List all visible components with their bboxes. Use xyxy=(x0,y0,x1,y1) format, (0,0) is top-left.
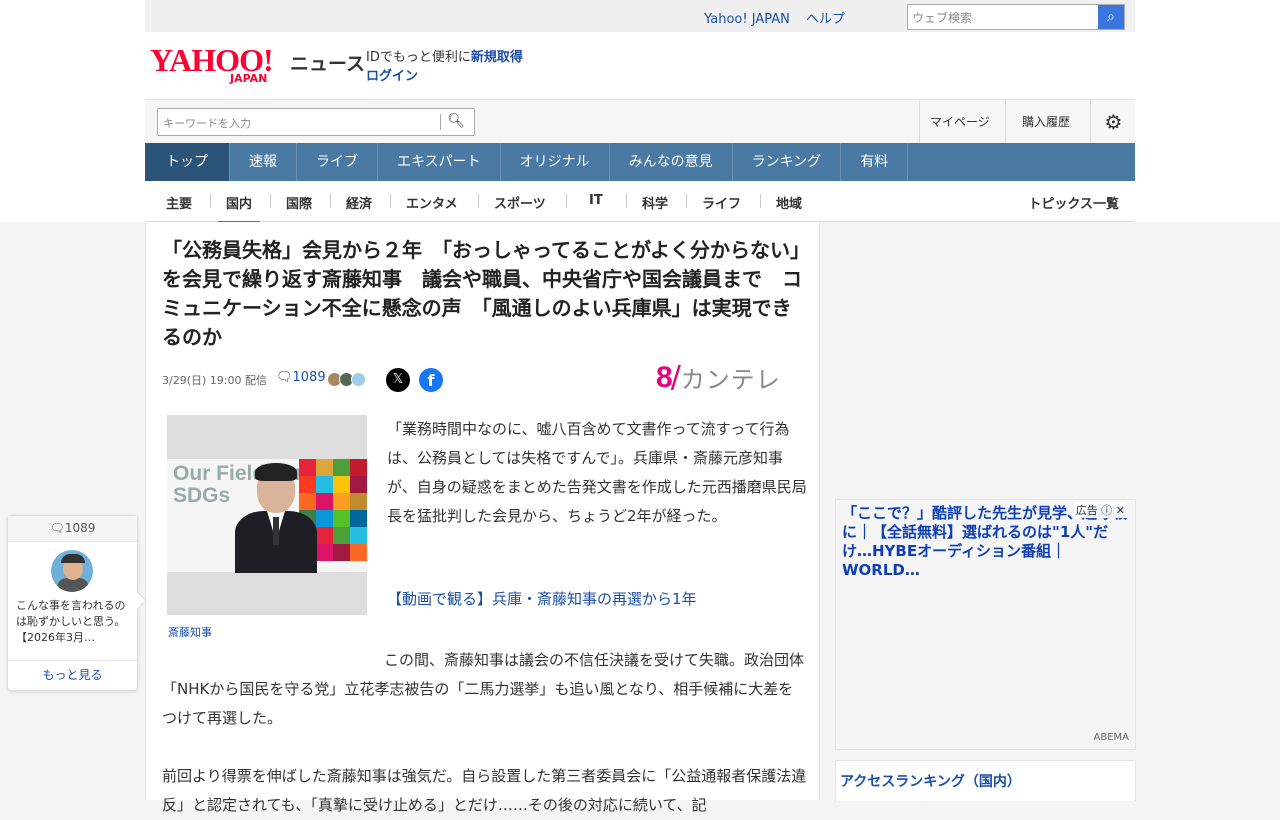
video-link[interactable]: 【動画で観る】兵庫・斎藤知事の再選から1年 xyxy=(387,588,697,609)
comment-icon: 🗨︎ xyxy=(49,521,65,535)
source-logo-text: カンテレ xyxy=(680,366,781,394)
logo-sub: JAPAN xyxy=(230,72,268,85)
article: 「公務員失格」会見から２年 「おっしゃってることがよく分からない」を会見で繰り返… xyxy=(145,222,820,814)
comment-icon: 🗨︎ xyxy=(276,370,293,385)
floating-comment-text[interactable]: こんな事を言われるのは恥ずかしいと思う。【2026年3月… xyxy=(16,598,130,646)
keyword-search-input[interactable]: キーワードを入力 🔍︎ xyxy=(157,108,475,136)
id-promo: IDでもっと便利に新規取得 ログイン xyxy=(366,48,523,86)
article-paragraph-1: 「業務時間中なのに、嘘八百含めて文書作って流すって行為は、公務員としては失格です… xyxy=(387,420,807,525)
sdgs-banner: Our Field Our SDGs xyxy=(167,459,367,573)
cat-life[interactable]: ライフ xyxy=(702,193,741,212)
category-nav: 主要 国内 国際 経済 エンタメ スポーツ IT 科学 ライフ 地域 トピックス… xyxy=(145,181,1135,224)
article-photo[interactable]: Our Field Our SDGs xyxy=(167,415,367,615)
register-link[interactable]: 新規取得 xyxy=(471,50,523,65)
delivery-label: 配信 xyxy=(244,374,267,387)
x-share-icon[interactable]: 𝕏 xyxy=(386,368,410,392)
person-figure xyxy=(233,463,319,573)
divider xyxy=(270,194,271,208)
divider xyxy=(210,194,211,208)
article-paragraph-3: 前回より得票を伸ばした斎藤知事は強気だ。自ら設置した第三者委員会に「公益通報者保… xyxy=(162,767,807,814)
purchase-history-link[interactable]: 購入履歴 xyxy=(1005,100,1086,144)
cat-science[interactable]: 科学 xyxy=(642,193,668,212)
login-link[interactable]: ログイン xyxy=(366,69,418,84)
article-paragraph-2-text: この間、斎藤知事は議会の不信任決議を受けて失職。政治団体「NHKから国民を守る党… xyxy=(162,651,805,727)
avatar xyxy=(351,372,366,387)
cat-international[interactable]: 国際 xyxy=(286,193,312,212)
id-prompt: IDでもっと便利に xyxy=(366,50,471,65)
divider xyxy=(390,194,391,208)
cat-it[interactable]: IT xyxy=(589,193,603,208)
cat-economy[interactable]: 経済 xyxy=(346,193,372,212)
comment-count-link[interactable]: 🗨︎1089 xyxy=(276,370,326,385)
ad-label-text: 広告 xyxy=(1075,504,1098,517)
divider xyxy=(478,194,479,208)
help-link[interactable]: ヘルプ xyxy=(806,12,845,27)
floating-comment-count: 🗨︎1089 xyxy=(8,516,137,542)
source-logo[interactable]: 8 / カンテレ xyxy=(656,360,781,395)
yahoo-japan-link[interactable]: Yahoo! JAPAN xyxy=(704,12,790,27)
divider xyxy=(686,194,687,208)
main-nav: トップ 速報 ライブ エキスパート オリジナル みんなの意見 ランキング 有料 xyxy=(145,143,1135,181)
ranking-title[interactable]: アクセスランキング（国内） xyxy=(840,771,1021,791)
see-more-link[interactable]: もっと見る xyxy=(8,660,137,690)
card-pointer xyxy=(128,591,147,610)
search-icon[interactable]: 🔍︎ xyxy=(447,113,465,129)
ad-label[interactable]: 広告 ⓘ ✕ xyxy=(1073,502,1127,518)
floating-count-value: 1089 xyxy=(64,521,96,535)
mypage-link[interactable]: マイページ xyxy=(919,100,1000,144)
cat-entertainment[interactable]: エンタメ xyxy=(406,193,458,212)
article-datetime: 3/29(日) 19:00 xyxy=(162,374,242,387)
close-icon[interactable]: ✕ xyxy=(1116,504,1125,517)
nav-ranking[interactable]: ランキング xyxy=(733,143,842,181)
utility-bar: Yahoo! JAPAN ヘルプ ウェブ検索 ⌕ xyxy=(145,0,1135,32)
gear-icon[interactable]: ⚙ xyxy=(1090,100,1136,144)
info-icon[interactable]: ⓘ xyxy=(1101,504,1112,517)
nav-breaking[interactable]: 速報 xyxy=(230,143,297,181)
cat-domestic[interactable]: 国内 xyxy=(218,193,261,224)
cat-sports[interactable]: スポーツ xyxy=(494,193,546,212)
nav-original[interactable]: オリジナル xyxy=(501,143,610,181)
divider xyxy=(626,194,627,208)
article-meta: 3/29(日) 19:00 配信 xyxy=(162,372,267,388)
ad-source: ABEMA xyxy=(1093,732,1130,743)
nav-live[interactable]: ライブ xyxy=(297,143,378,181)
web-search-input[interactable]: ウェブ検索 ⌕ xyxy=(907,4,1125,30)
photo-caption[interactable]: 斎藤知事 xyxy=(168,624,212,640)
source-logo-slash: / xyxy=(670,360,681,395)
cat-region[interactable]: 地域 xyxy=(776,193,802,212)
commenter-avatars xyxy=(327,372,366,387)
article-title: 「公務員失格」会見から２年 「おっしゃってることがよく分からない」を会見で繰り返… xyxy=(162,238,802,349)
web-search-button[interactable]: ⌕ xyxy=(1098,5,1124,29)
facebook-share-icon[interactable]: f xyxy=(419,368,443,392)
nav-paid[interactable]: 有料 xyxy=(841,143,909,181)
article-paragraph-2: この間、斎藤知事は議会の不信任決議を受けて失職。政治団体「NHKから国民を守る党… xyxy=(162,646,807,733)
search-icon: ⌕ xyxy=(1107,9,1115,25)
nav-top[interactable]: トップ xyxy=(145,143,230,181)
input-divider xyxy=(440,114,441,130)
floating-comment-card[interactable]: 🗨︎1089 こんな事を言われるのは恥ずかしいと思う。【2026年3月… もっと… xyxy=(7,515,147,691)
keyword-placeholder: キーワードを入力 xyxy=(163,117,251,130)
comment-count: 1089 xyxy=(292,370,326,385)
nav-opinions[interactable]: みんなの意見 xyxy=(610,143,733,181)
divider xyxy=(330,194,331,208)
cat-main[interactable]: 主要 xyxy=(166,193,192,212)
search-bar: キーワードを入力 🔍︎ マイページ 購入履歴 ⚙ xyxy=(145,99,1135,144)
avatar xyxy=(51,550,93,592)
divider xyxy=(760,194,761,208)
divider xyxy=(566,194,567,208)
access-ranking: アクセスランキング（国内） xyxy=(835,760,1136,801)
yahoo-logo[interactable]: YAHOO! JAPAN xyxy=(150,44,274,85)
topics-list-link[interactable]: トピックス一覧 xyxy=(1028,193,1119,212)
ad-banner[interactable]: 「ここで？」酷評した先生が見学、過呼吸に｜【全話無料】選ばれるのは"1人"だけ…… xyxy=(835,499,1136,750)
web-search-placeholder: ウェブ検索 xyxy=(912,11,973,25)
nav-expert[interactable]: エキスパート xyxy=(378,143,501,181)
news-section-title[interactable]: ニュース xyxy=(290,49,365,76)
